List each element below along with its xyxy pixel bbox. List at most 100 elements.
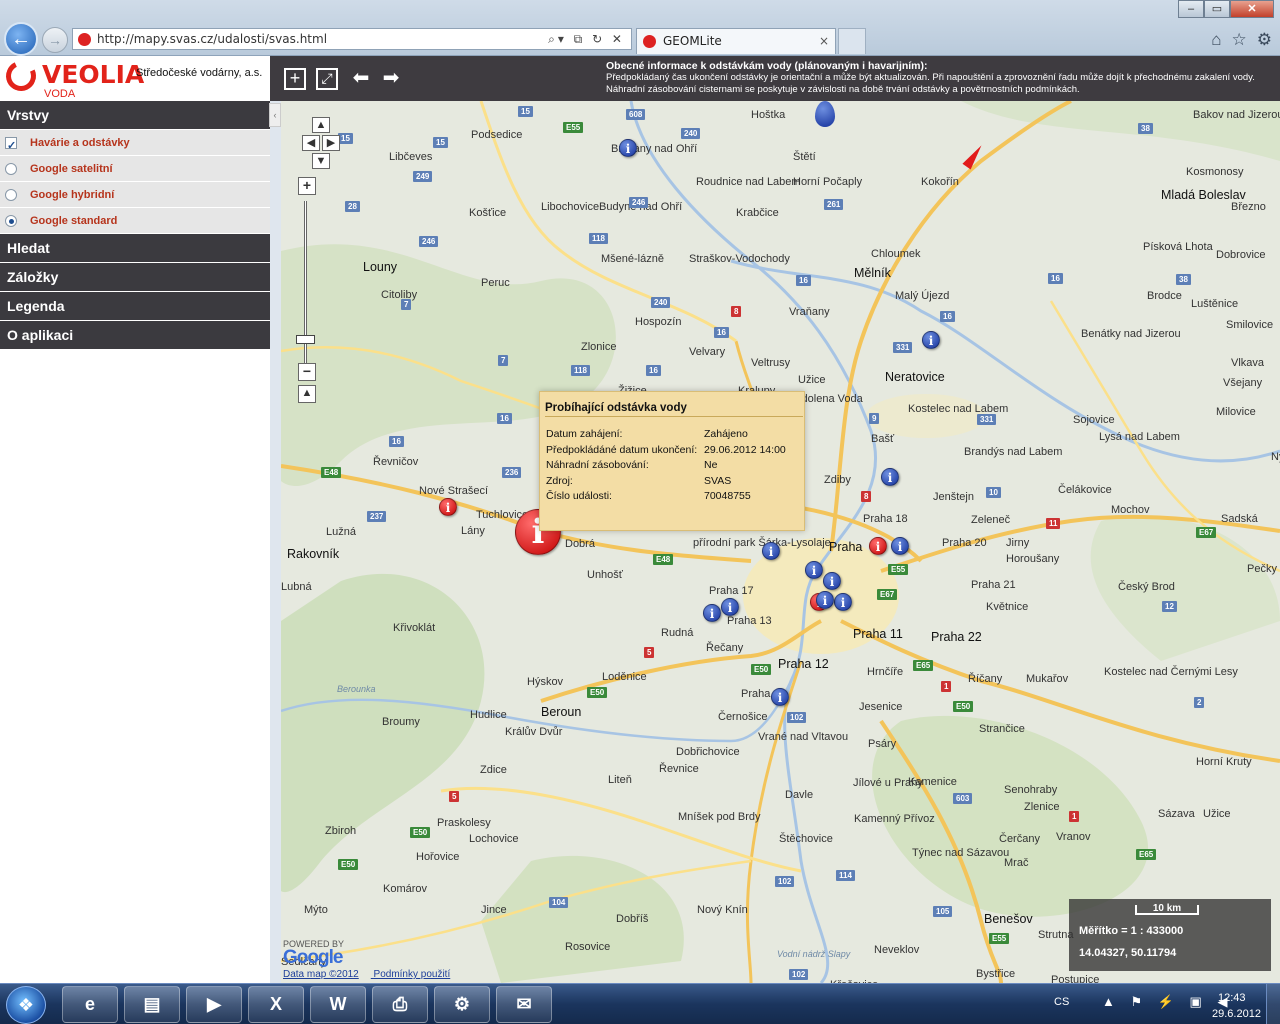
tab-geomlite[interactable]: GEOMLite × — [636, 28, 836, 54]
pan-left-icon[interactable]: ◀ — [302, 135, 320, 151]
terms-link[interactable]: Podmínky použití — [374, 969, 451, 980]
outage-marker-icon[interactable]: i — [869, 537, 887, 555]
previous-view-button[interactable]: ⬅ — [350, 68, 372, 90]
layer-item[interactable]: Havárie a odstávky — [0, 130, 270, 159]
place-label: Lány — [461, 525, 485, 537]
home-icon[interactable]: ⌂ — [1211, 30, 1221, 50]
info-marker-icon[interactable]: i — [834, 593, 852, 611]
info-marker-icon[interactable]: i — [771, 688, 789, 706]
place-label: Křivoklát — [393, 622, 436, 634]
mail-taskbar-icon[interactable]: ✉ — [496, 986, 552, 1023]
place-label: Roudnice nad Labem — [696, 176, 801, 188]
info-marker-icon[interactable]: i — [823, 572, 841, 590]
layer-item[interactable]: Google hybridní — [0, 182, 270, 208]
place-label: Všejany — [1223, 377, 1263, 389]
road-shield: 15 — [433, 137, 448, 148]
place-label: Libčeves — [389, 151, 433, 163]
place-label: Rosovice — [565, 941, 611, 953]
new-tab-button[interactable] — [838, 28, 866, 54]
pan-up-icon[interactable]: ▲ — [312, 117, 330, 133]
map-canvas[interactable]: Podsedice Libčeves Brozany nad Ohří Hoštka R… — [281, 101, 1280, 983]
section-legenda[interactable]: Legenda — [0, 292, 270, 321]
app-taskbar-icon[interactable]: ⚙ — [434, 986, 490, 1023]
info-marker-icon[interactable]: i — [703, 604, 721, 622]
layer-radio[interactable] — [5, 215, 17, 227]
info-marker-icon[interactable]: i — [762, 542, 780, 560]
road-shield: E50 — [953, 701, 974, 712]
info-marker-icon[interactable]: i — [816, 591, 834, 609]
outage-marker-icon[interactable]: i — [439, 498, 457, 516]
section-zalozky[interactable]: Záložky — [0, 263, 270, 292]
pan-right-icon[interactable]: ▶ — [322, 135, 340, 151]
excel-taskbar-icon[interactable]: X — [248, 986, 304, 1023]
address-tools[interactable]: ⌕▾ ⧉ ↻ ✕ — [548, 29, 625, 49]
layer-checkbox[interactable] — [5, 133, 17, 159]
forward-button[interactable]: → — [42, 27, 68, 53]
language-indicator[interactable]: CS — [1054, 996, 1069, 1008]
site-favicon-icon — [78, 33, 91, 46]
place-label: Beroun — [541, 705, 582, 719]
section-o-aplikaci[interactable]: O aplikaci — [0, 321, 270, 350]
blue-pin-icon[interactable] — [815, 101, 835, 127]
section-vrstvy[interactable]: Vrstvy — [0, 101, 270, 130]
road-shield: 240 — [681, 128, 701, 139]
layer-radio[interactable] — [5, 163, 17, 175]
road-shield: 28 — [345, 201, 360, 212]
pan-down-icon[interactable]: ▼ — [312, 153, 330, 169]
zoom-slider-thumb[interactable] — [296, 335, 315, 344]
place-label: Kostelec nad Černými Lesy — [1104, 666, 1238, 678]
screen: – ▭ ✕ ← → http://mapy.svas.cz/udalosti/s… — [0, 0, 1280, 1024]
info-marker-icon[interactable]: i — [891, 537, 909, 555]
sidebar-collapse-button[interactable]: ‹ — [269, 103, 281, 127]
gear-icon[interactable]: ⚙ — [1257, 30, 1272, 50]
place-label: Zlenice — [1024, 801, 1060, 813]
road-shield: 249 — [413, 171, 433, 182]
zoom-in-button[interactable]: + — [298, 177, 316, 195]
info-marker-icon[interactable]: i — [922, 331, 940, 349]
layer-list: Havárie a odstávky Google satelitní Google… — [0, 130, 270, 234]
info-marker-icon[interactable]: i — [619, 139, 637, 157]
clock-date[interactable]: 29.6.2012 — [1212, 1008, 1261, 1020]
road-shield: 8 — [731, 306, 742, 317]
zoom-slider[interactable] — [304, 201, 307, 371]
tab-title: GEOMLite — [663, 34, 722, 48]
zoom-control: ▲ ◀ ▶ ▼ + − ▲ — [296, 109, 340, 409]
place-label: Kokořín — [921, 176, 959, 188]
road-shield: 118 — [571, 365, 590, 376]
map-type-icon[interactable]: ▲ — [298, 385, 316, 403]
layer-item[interactable]: Google satelitní — [0, 156, 270, 182]
layer-radio[interactable] — [5, 189, 17, 201]
media-player-taskbar-icon[interactable]: ▶ — [186, 986, 242, 1023]
place-label: Hospozín — [635, 316, 682, 328]
next-view-button[interactable]: ➡ — [380, 68, 402, 90]
info-marker-icon[interactable]: i — [805, 561, 823, 579]
place-label: Mochov — [1111, 504, 1150, 516]
back-button[interactable]: ← — [4, 22, 38, 56]
info-marker-icon[interactable]: i — [881, 468, 899, 486]
minimize-button[interactable]: – — [1178, 0, 1204, 18]
data-map-link[interactable]: Data map ©2012 — [283, 969, 359, 980]
road-shield: E55 — [989, 933, 1010, 944]
explorer-taskbar-icon[interactable]: ▤ — [124, 986, 180, 1023]
layer-item[interactable]: Google standard — [0, 208, 270, 234]
popup-row: Předpokládáné datum ukončení: 29.06.2012 … — [546, 444, 798, 458]
maximize-button[interactable]: ▭ — [1204, 0, 1230, 18]
print-taskbar-icon[interactable]: ⎙ — [372, 986, 428, 1023]
zoom-out-button[interactable]: − — [298, 363, 316, 381]
place-label: Unhošť — [587, 569, 623, 581]
close-window-button[interactable]: ✕ — [1230, 0, 1274, 18]
info-marker-icon[interactable]: i — [721, 598, 739, 616]
star-icon[interactable]: ☆ — [1232, 30, 1247, 50]
place-label: Jince — [481, 904, 507, 916]
word-taskbar-icon[interactable]: W — [310, 986, 366, 1023]
ie-taskbar-icon[interactable]: e — [62, 986, 118, 1023]
zoom-in-tool-button[interactable]: + — [284, 68, 306, 90]
section-hledat[interactable]: Hledat — [0, 234, 270, 263]
address-bar[interactable]: http://mapy.svas.cz/udalosti/svas.html ⌕… — [72, 28, 632, 50]
start-button[interactable]: ❖ — [6, 986, 46, 1024]
clock-time[interactable]: 12:43 — [1218, 992, 1246, 1004]
tab-close-icon[interactable]: × — [819, 29, 829, 53]
full-extent-button[interactable]: ⤢ — [316, 68, 338, 90]
show-desktop-button[interactable] — [1266, 984, 1280, 1024]
road-shield: E67 — [877, 589, 898, 600]
